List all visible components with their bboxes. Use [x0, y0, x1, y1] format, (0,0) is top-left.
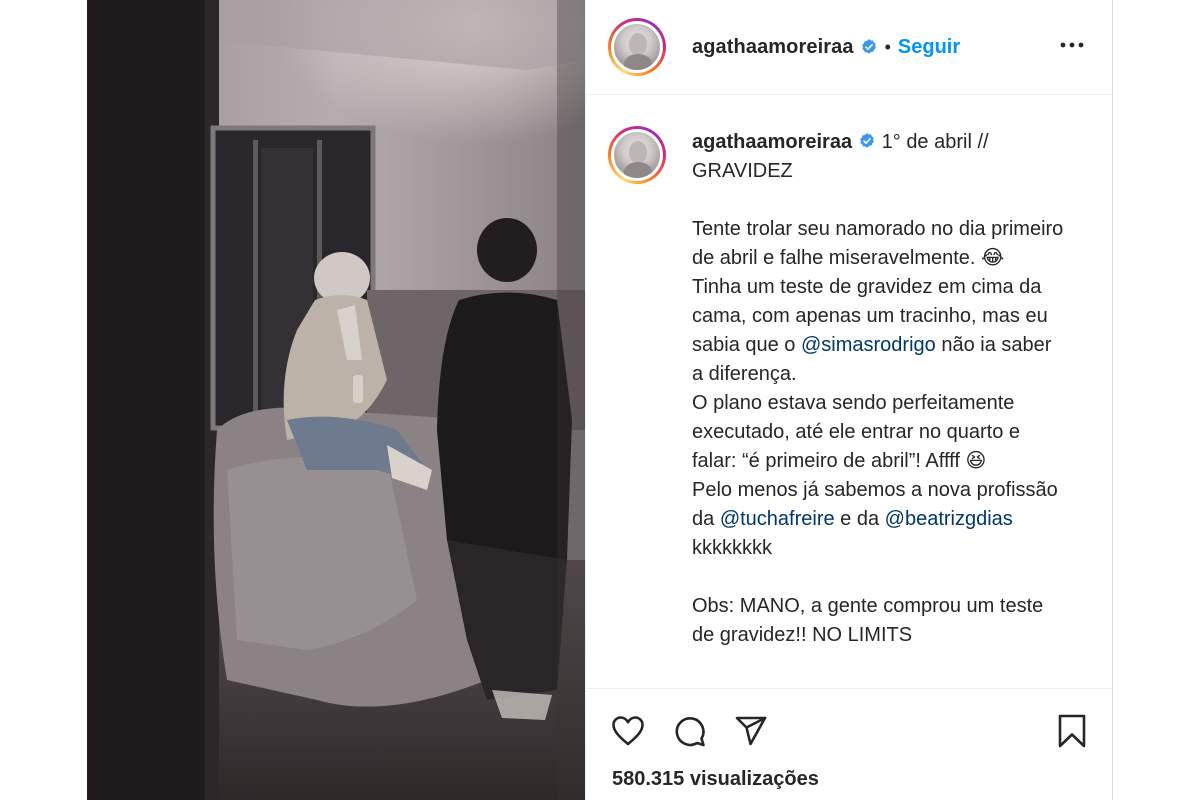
caption-paragraph-2: O plano estava sendo perfeitamente execu… [692, 389, 1064, 476]
author-username[interactable]: agathaamoreiraa [692, 36, 854, 59]
post-photo-scene [87, 0, 585, 800]
view-count[interactable]: 580.315 visualizações [612, 768, 819, 791]
caption-author-avatar[interactable] [608, 126, 666, 184]
heart-icon[interactable] [608, 711, 648, 751]
laughing-tears-emoji-icon: 😂 [981, 247, 1005, 269]
post-header: agathaamoreiraa • Seguir [586, 0, 1112, 95]
more-dots-icon [1060, 42, 1084, 48]
follow-button[interactable]: Seguir [898, 36, 960, 59]
grinning-squint-emoji-icon: 😆 [965, 450, 987, 472]
bookmark-outline-icon [1058, 714, 1086, 748]
mention-link[interactable]: @tuchafreire [720, 508, 835, 530]
instagram-post: agathaamoreiraa • Seguir agathaamoreiraa [87, 0, 1113, 800]
share-icon[interactable] [731, 711, 771, 751]
caption-verified-badge-icon [860, 133, 874, 148]
post-caption: agathaamoreiraa 1° de abril // GRAVIDEZ … [586, 96, 1112, 688]
post-actions-bar: 580.315 visualizações [586, 688, 1112, 800]
post-photo[interactable] [87, 0, 585, 800]
comment-icon[interactable] [670, 711, 710, 751]
author-avatar[interactable] [608, 18, 666, 76]
heart-outline-icon [612, 716, 644, 746]
caption-paragraph-1: Tente trolar seu namorado no dia primeir… [692, 215, 1064, 273]
caption-paragraph-1b: Tinha um teste de gravidez em cima da ca… [692, 273, 1064, 389]
bookmark-icon[interactable] [1052, 711, 1092, 751]
paper-plane-icon [735, 716, 767, 746]
mention-link[interactable]: @beatrizgdias [885, 508, 1013, 530]
header-separator: • [884, 36, 891, 57]
caption-paragraph-3: Pelo menos já sabemos a nova profissão d… [692, 476, 1064, 563]
caption-text: agathaamoreiraa 1° de abril // GRAVIDEZ … [692, 128, 1064, 650]
post-side-panel: agathaamoreiraa • Seguir agathaamoreiraa [585, 0, 1113, 800]
verified-badge-icon [861, 39, 876, 54]
mention-link[interactable]: @simasrodrigo [801, 334, 936, 356]
caption-username[interactable]: agathaamoreiraa [692, 131, 852, 153]
caption-p1-part-a: Tente trolar seu namorado no dia primeir… [692, 218, 1069, 269]
more-options-icon[interactable] [1054, 27, 1090, 63]
comment-bubble-icon [675, 717, 705, 747]
caption-p3-part-b: e da [834, 508, 885, 530]
caption-obs: Obs: MANO, a gente comprou um teste de g… [692, 595, 1049, 646]
